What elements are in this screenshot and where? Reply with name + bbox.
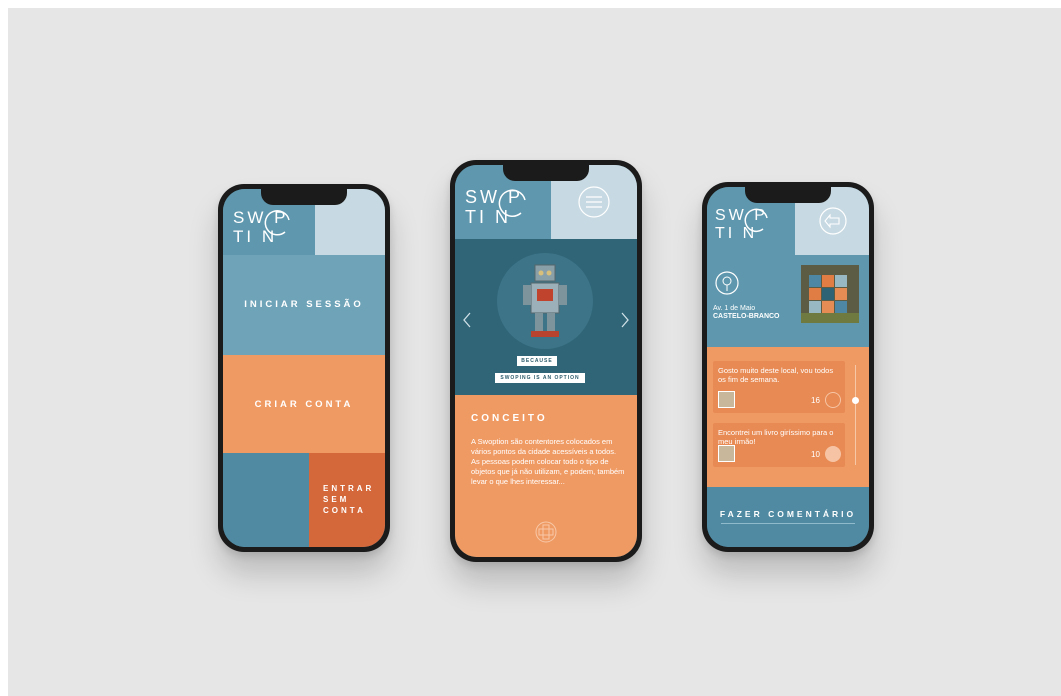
phone-notch bbox=[745, 187, 831, 203]
logo-circle-icon bbox=[498, 189, 526, 217]
logo-circle-icon bbox=[264, 210, 290, 236]
tagline-2: SWOPING IS AN OPTION bbox=[495, 373, 585, 383]
scrollbar-thumb[interactable] bbox=[852, 397, 859, 404]
product-image-circle bbox=[497, 253, 593, 349]
mockup-background: SW P TI N INICIAR SESSÃO CRIAR CONTA ENT… bbox=[8, 8, 1061, 696]
login-screen: SW P TI N INICIAR SESSÃO CRIAR CONTA ENT… bbox=[223, 189, 385, 547]
signup-label: CRIAR CONTA bbox=[254, 399, 354, 410]
location-city: CASTELO-BRANCO bbox=[713, 313, 780, 320]
heart-icon[interactable] bbox=[825, 446, 841, 462]
concept-section: CONCEITO A Swoption são contentores colo… bbox=[455, 395, 637, 557]
location-screen: SW P TI N Av. 1 de Maio CASTELO-BRANCO G… bbox=[707, 187, 869, 547]
concept-screen: SW P TI N BECAUSE SWOPING IS AN OPTION C… bbox=[455, 165, 637, 557]
avatar bbox=[718, 445, 735, 462]
phone-location: SW P TI N Av. 1 de Maio CASTELO-BRANCO G… bbox=[702, 182, 874, 552]
location-panel: Av. 1 de Maio CASTELO-BRANCO bbox=[707, 255, 869, 347]
like-count: 10 bbox=[811, 450, 820, 459]
location-pin-icon bbox=[715, 271, 739, 295]
heart-icon[interactable] bbox=[825, 392, 841, 408]
login-button[interactable]: INICIAR SESSÃO bbox=[223, 255, 385, 355]
section-title: CONCEITO bbox=[471, 413, 548, 424]
login-label: INICIAR SESSÃO bbox=[244, 299, 364, 310]
tagline-1: BECAUSE bbox=[517, 356, 557, 366]
comment-card: Encontrei um livro giríssimo para o meu … bbox=[713, 423, 845, 467]
phone-notch bbox=[503, 165, 589, 181]
blank-tile bbox=[223, 453, 309, 547]
scrollbar-track[interactable] bbox=[855, 365, 856, 465]
signup-button[interactable]: CRIAR CONTA bbox=[223, 355, 385, 453]
avatar bbox=[718, 391, 735, 408]
add-comment-label: FAZER COMENTÁRIO bbox=[719, 509, 857, 519]
container-photo bbox=[801, 265, 859, 323]
cta-underline bbox=[721, 523, 855, 524]
chevron-right-icon[interactable] bbox=[619, 311, 631, 329]
comment-card: Gosto muito deste local, vou todos os fi… bbox=[713, 361, 845, 413]
concept-body: A Swoption são contentores colocados em … bbox=[471, 437, 625, 486]
comments-section: Gosto muito deste local, vou todos os fi… bbox=[707, 347, 869, 487]
location-street: Av. 1 de Maio bbox=[713, 305, 756, 312]
phone-notch bbox=[261, 189, 347, 205]
location-photo bbox=[801, 265, 859, 323]
comment-text: Gosto muito deste local, vou todos os fi… bbox=[718, 366, 834, 384]
guest-label: ENTRAR SEM CONTA bbox=[315, 483, 385, 516]
like-count: 16 bbox=[811, 396, 820, 405]
location-text: Av. 1 de Maio CASTELO-BRANCO bbox=[713, 305, 780, 321]
menu-icon bbox=[578, 186, 610, 218]
product-carousel: BECAUSE SWOPING IS AN OPTION bbox=[455, 239, 637, 395]
comment-text: Encontrei um livro giríssimo para o meu … bbox=[718, 428, 834, 446]
guest-label-2: SEM bbox=[323, 495, 350, 504]
back-arrow-icon bbox=[819, 207, 847, 235]
chevron-left-icon[interactable] bbox=[461, 311, 473, 329]
guest-label-3: CONTA bbox=[323, 506, 366, 515]
guest-button[interactable]: ENTRAR SEM CONTA bbox=[309, 453, 385, 547]
logo-circle-icon bbox=[744, 208, 768, 233]
add-comment-button[interactable]: FAZER COMENTÁRIO bbox=[707, 487, 869, 547]
guest-label-1: ENTRAR bbox=[323, 484, 375, 493]
robot-toy-image bbox=[523, 264, 567, 337]
plus-icon[interactable] bbox=[535, 521, 557, 543]
phone-login: SW P TI N INICIAR SESSÃO CRIAR CONTA ENT… bbox=[218, 184, 390, 552]
phone-concept: SW P TI N BECAUSE SWOPING IS AN OPTION C… bbox=[450, 160, 642, 562]
